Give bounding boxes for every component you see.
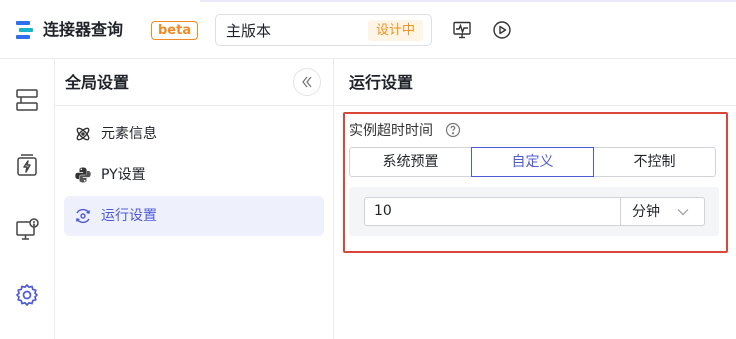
nav-item-run-settings[interactable]: 运行设置: [64, 196, 324, 236]
version-name: 主版本: [226, 22, 272, 40]
main-header: 运行设置: [334, 59, 736, 106]
timeout-mode-selector: 系统预置 自定义 不控制: [349, 147, 716, 177]
option-no-control[interactable]: 不控制: [593, 147, 716, 177]
nav-item-py-settings[interactable]: PY设置: [64, 155, 324, 195]
top-bar: 连接器查询 beta 主版本 设计中: [0, 0, 736, 59]
flash-box-icon[interactable]: [14, 152, 40, 178]
nav-item-element-info[interactable]: 元素信息: [64, 114, 324, 154]
settings-nav-panel: 全局设置 元素信息 PY设置 运行设置: [55, 59, 334, 339]
logo-icon: [16, 21, 33, 39]
chevron-down-icon: [677, 209, 689, 216]
version-selector[interactable]: 主版本 设计中: [215, 14, 432, 46]
atom-icon: [76, 127, 90, 141]
run-settings-icon: [76, 208, 90, 224]
app-title: 连接器查询: [43, 20, 124, 39]
nav-title: 全局设置: [65, 73, 130, 92]
main-content: 运行设置 实例超时时间 系统预置 自定义 不控制 10 分钟: [334, 59, 736, 339]
timeout-value-input[interactable]: 10: [364, 197, 620, 226]
monitor-settings-icon[interactable]: [14, 217, 40, 243]
beta-badge: beta: [151, 21, 199, 40]
layers-icon[interactable]: [14, 87, 40, 113]
left-rail: [0, 59, 55, 339]
unit-select[interactable]: 分钟: [620, 197, 705, 226]
gear-icon[interactable]: [14, 282, 40, 308]
top-accent-line: [200, 0, 736, 2]
version-status-badge: 设计中: [367, 20, 423, 41]
page-title: 运行设置: [349, 73, 414, 92]
option-custom[interactable]: 自定义: [471, 147, 594, 177]
nav-item-label: 元素信息: [101, 126, 157, 142]
play-circle-icon[interactable]: [492, 20, 512, 40]
help-icon[interactable]: [445, 122, 461, 138]
custom-timeout-panel: 10 分钟: [349, 187, 719, 236]
unit-label: 分钟: [632, 204, 660, 220]
collapse-button[interactable]: [293, 68, 321, 96]
nav-item-label: 运行设置: [101, 208, 157, 224]
nav-header: 全局设置: [55, 59, 334, 106]
nav-item-label: PY设置: [101, 167, 146, 183]
option-system-preset[interactable]: 系统预置: [349, 147, 472, 177]
monitor-wave-icon[interactable]: [452, 20, 472, 40]
timeout-label: 实例超时时间: [349, 123, 433, 139]
python-icon: [75, 167, 91, 183]
double-chevron-left-icon: [302, 76, 312, 88]
